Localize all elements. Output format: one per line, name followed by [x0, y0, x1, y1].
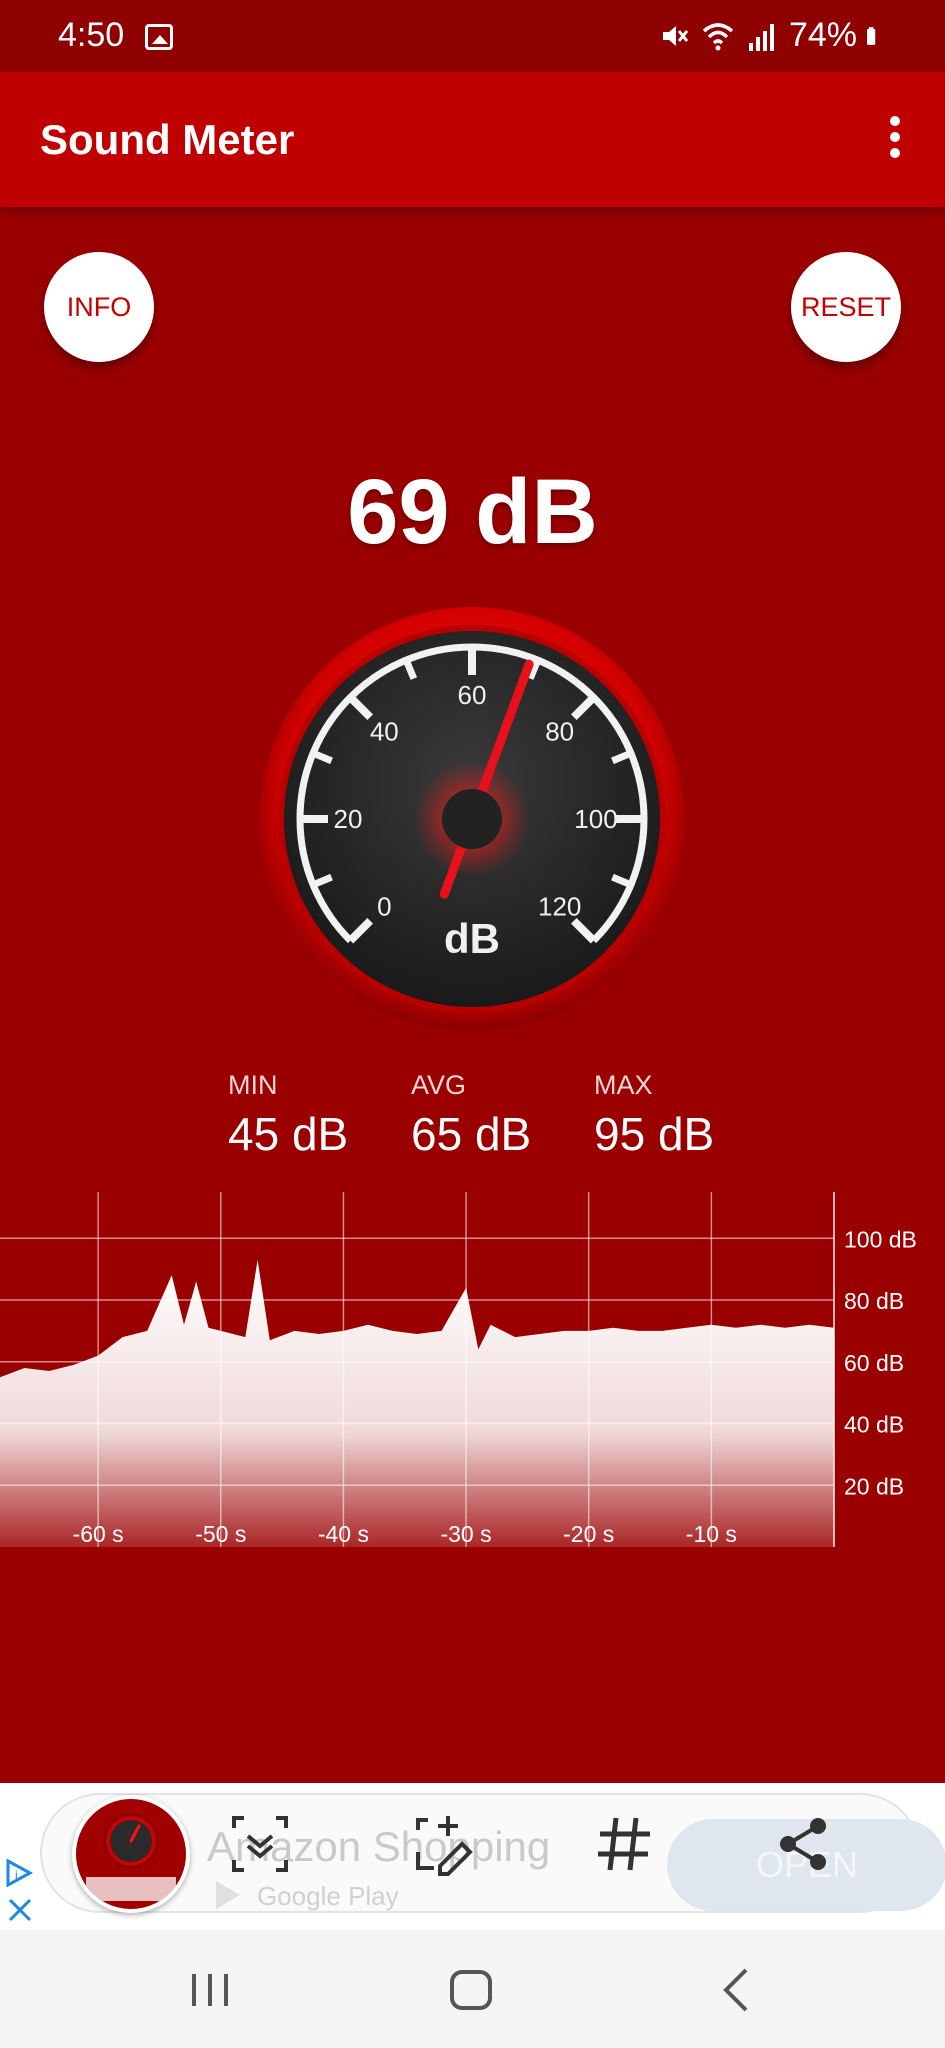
svg-text:i: i: [15, 1868, 18, 1882]
avg-label: AVG: [411, 1070, 467, 1100]
graph-x-label: -30 s: [440, 1521, 491, 1547]
ad-close-icon[interactable]: [6, 1896, 34, 1924]
app-title: Sound Meter: [40, 116, 295, 163]
gauge-scale-label: 60: [458, 680, 487, 710]
info-button[interactable]: INFO: [44, 252, 154, 362]
gauge-unit-label: dB: [444, 915, 500, 962]
home-icon[interactable]: [442, 1960, 502, 2020]
system-nav-bar: [0, 1930, 945, 2048]
avg-value: 65 dB: [411, 1108, 532, 1160]
max-stat: MAX 95 dB: [594, 1070, 714, 1161]
min-stat: MIN 45 dB: [228, 1070, 348, 1161]
ad-subtitle: Google Play: [257, 1881, 399, 1911]
back-icon[interactable]: [708, 1960, 768, 2020]
image-icon: [145, 24, 173, 50]
ad-choices-icon[interactable]: i: [4, 1858, 34, 1888]
graph-area: [0, 1259, 834, 1547]
battery-icon: [867, 26, 876, 45]
graph-x-label: -50 s: [195, 1521, 246, 1547]
min-value: 45 dB: [228, 1108, 349, 1160]
gauge-scale-label: 100: [574, 804, 617, 834]
max-label: MAX: [594, 1070, 653, 1100]
min-label: MIN: [228, 1070, 278, 1100]
ad-gauge-icon: [86, 1814, 176, 1901]
gauge-scale-label: 120: [538, 892, 581, 922]
status-icons: 74%: [657, 16, 887, 55]
max-value: 95 dB: [594, 1108, 715, 1160]
battery-percent: 74%: [788, 16, 857, 54]
ad-app-thumbnail: [72, 1795, 190, 1913]
gauge-scale-label: 40: [370, 716, 399, 746]
share-icon[interactable]: [772, 1812, 836, 1876]
db-gauge: 0 20 40 60 80 100 120 dB: [260, 607, 684, 1031]
app-bar: Sound Meter: [0, 72, 945, 207]
gauge-scale-label: 80: [545, 716, 574, 746]
wifi-icon: [702, 22, 734, 50]
signal-icon: [748, 23, 774, 51]
graph-y-label: 40 dB: [844, 1412, 904, 1438]
status-time: 4:50: [58, 16, 125, 54]
graph-x-label: -60 s: [73, 1521, 124, 1547]
mute-icon: [662, 25, 689, 46]
graph-y-label: 60 dB: [844, 1350, 904, 1376]
graph-y-label: 100 dB: [844, 1226, 917, 1252]
graph-x-label: -20 s: [563, 1521, 614, 1547]
history-graph: 100 dB 80 dB 60 dB 40 dB 20 dB -60 s -50 s -40…: [0, 1192, 917, 1547]
gauge-scale-label: 0: [377, 892, 391, 922]
google-play-icon: [216, 1881, 240, 1909]
reset-button[interactable]: RESET: [791, 252, 901, 362]
gauge-hub: [442, 789, 502, 849]
more-vert-icon[interactable]: [885, 116, 905, 162]
recent-apps-icon[interactable]: [180, 1960, 240, 2020]
graph-y-label: 80 dB: [844, 1288, 904, 1314]
hashtag-icon[interactable]: [592, 1812, 656, 1876]
graph-x-label: -40 s: [318, 1521, 369, 1547]
edit-screenshot-icon[interactable]: [412, 1812, 476, 1876]
graph-x-label: -10 s: [686, 1521, 737, 1547]
gauge-scale-label: 20: [334, 804, 363, 834]
avg-stat: AVG 65 dB: [411, 1070, 531, 1161]
graph-y-label: 20 dB: [844, 1473, 904, 1499]
scroll-capture-icon[interactable]: [228, 1812, 292, 1876]
status-bar: 4:50 74%: [0, 0, 945, 72]
current-reading: 69 dB: [347, 461, 598, 563]
